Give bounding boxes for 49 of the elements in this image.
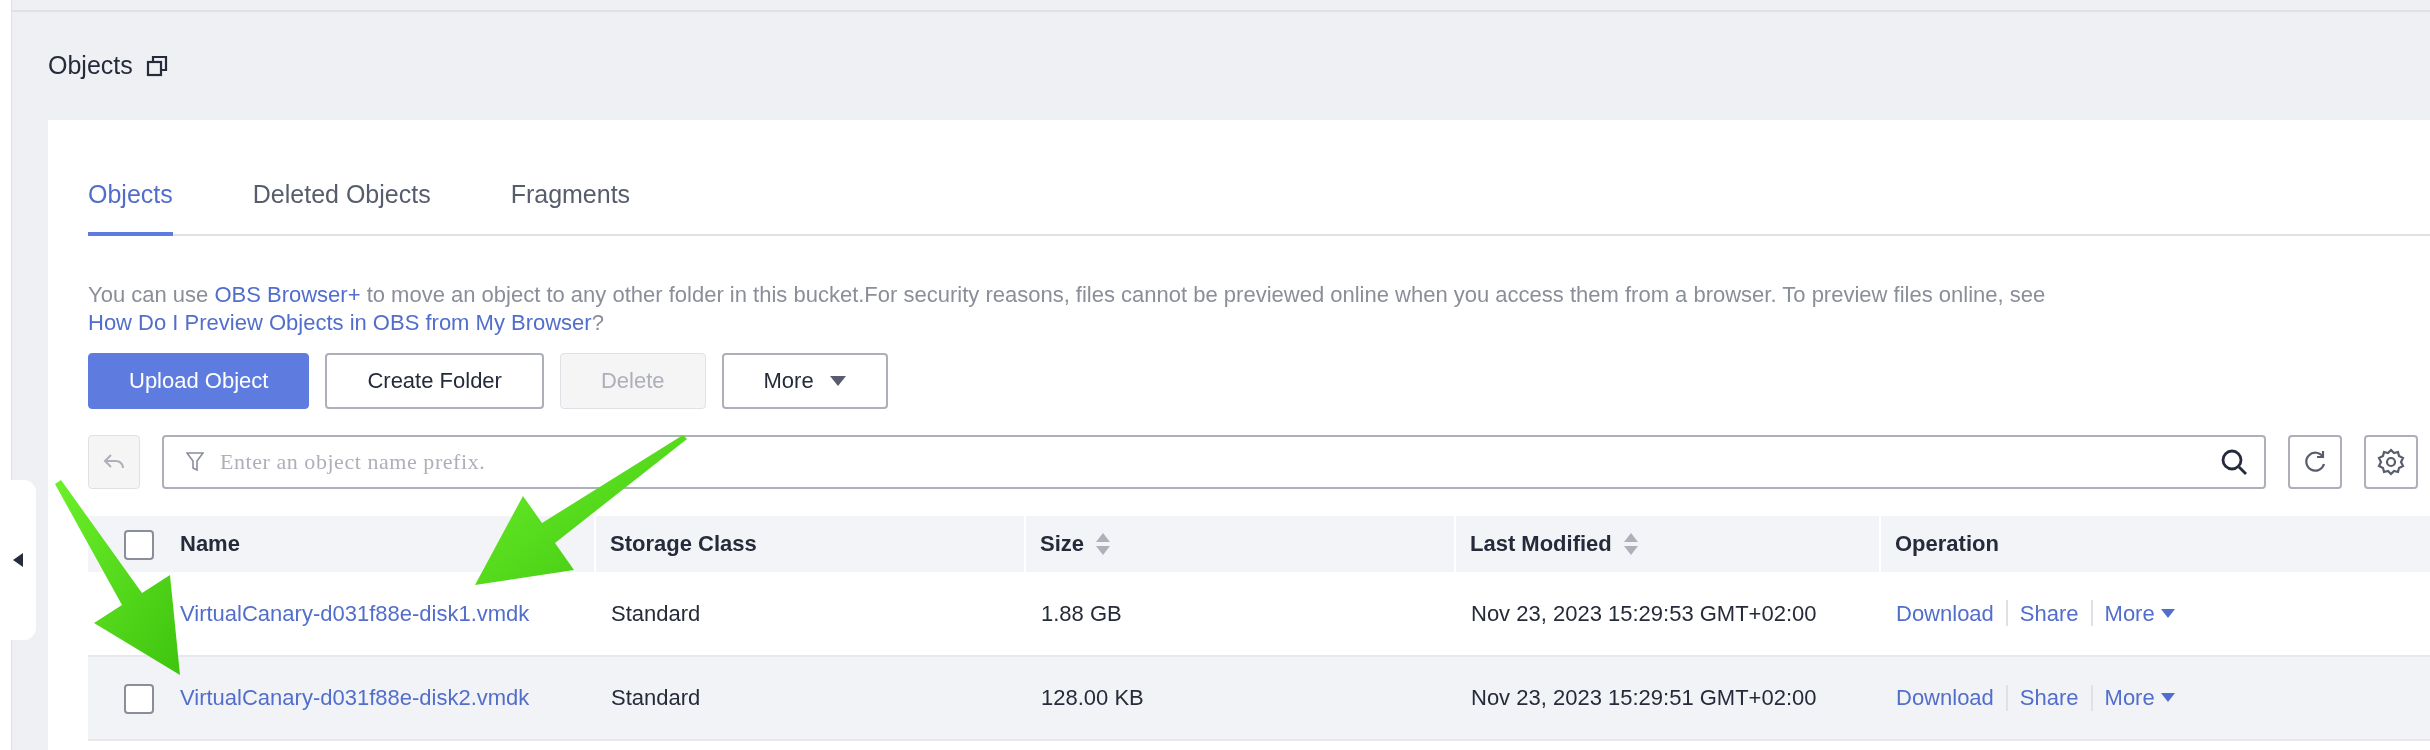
filter-icon — [186, 451, 204, 472]
operation-link[interactable]: More — [2104, 681, 2175, 714]
toolbar-button[interactable]: Create Folder — [325, 352, 544, 409]
table-cell: Nov 23, 2023 15:29:53 GMT+02:00 — [1471, 600, 1817, 626]
column-header: Size — [1040, 530, 1085, 558]
caret-down-icon — [2160, 608, 2175, 618]
search-icon[interactable] — [2220, 447, 2248, 476]
table-cell: Nov 23, 2023 15:29:51 GMT+02:00 — [1471, 685, 1817, 710]
upload-button[interactable]: Upload Object — [88, 352, 310, 409]
table-row[interactable]: VirtualCanary-d031f88e-disk2.vmdk Standard 128.00 KB Nov 23, 2023 15:29:51 GMT+02:00 Download Share More — [88, 655, 2430, 740]
caret-down-icon — [2160, 693, 2175, 702]
back-arrow-icon — [103, 452, 125, 471]
tab[interactable]: Fragments — [510, 176, 631, 236]
sort-icon[interactable] — [1623, 532, 1638, 555]
dropdown-button[interactable]: More — [721, 352, 888, 409]
object-link[interactable]: VirtualCanary-d031f88e-disk1.vmdk — [180, 600, 530, 626]
table-cell: 128.00 KB — [1041, 685, 1144, 710]
table-cell: Standard — [611, 600, 701, 626]
operation-link[interactable]: More — [2104, 596, 2175, 630]
sort-icon[interactable] — [1096, 532, 1111, 555]
tab[interactable]: Deleted Objects — [252, 176, 431, 236]
refresh-icon — [2302, 448, 2328, 475]
caret-down-icon — [829, 375, 846, 386]
operation-link[interactable]: Download — [1896, 596, 1994, 630]
checkbox[interactable] — [124, 530, 154, 561]
page-title: Objects — [48, 50, 133, 82]
column-header: Name — [180, 530, 240, 558]
refresh-button[interactable] — [2288, 434, 2342, 489]
column-header: Last Modified — [1470, 530, 1612, 558]
search-field[interactable]: Enter an object name prefix. — [162, 434, 2266, 489]
collapse-handle[interactable] — [0, 480, 36, 640]
settings-icon — [2377, 447, 2405, 476]
tab[interactable]: Objects — [88, 176, 173, 236]
checkbox[interactable] — [124, 684, 154, 715]
settings-button[interactable] — [2364, 434, 2418, 489]
table-cell: 1.88 GB — [1041, 600, 1122, 626]
operation-link[interactable]: Share — [2019, 596, 2079, 630]
column-header: Operation — [1895, 530, 1999, 558]
back-button[interactable] — [88, 434, 140, 489]
copy-icon[interactable] — [144, 54, 169, 78]
table-cell: Standard — [611, 685, 701, 710]
help-link[interactable]: How Do I Preview Objects in OBS from My Browser — [88, 309, 592, 335]
operation-link[interactable]: Share — [2019, 681, 2079, 714]
operation-link[interactable]: Download — [1896, 681, 1994, 714]
help-link[interactable]: OBS Browser+ — [214, 281, 361, 307]
info-text: You can use OBS Browser+ to move an object to any other folder in this bucket.For security reasons, files cannot be previewed online when you access them from a browser. To preview files online, see How Do I Preview Objects in OBS from My Browser? — [88, 280, 2047, 337]
column-header: Storage Class — [610, 530, 757, 558]
object-link[interactable]: VirtualCanary-d031f88e-disk2.vmdk — [180, 685, 530, 710]
caret-left-icon — [13, 553, 23, 567]
